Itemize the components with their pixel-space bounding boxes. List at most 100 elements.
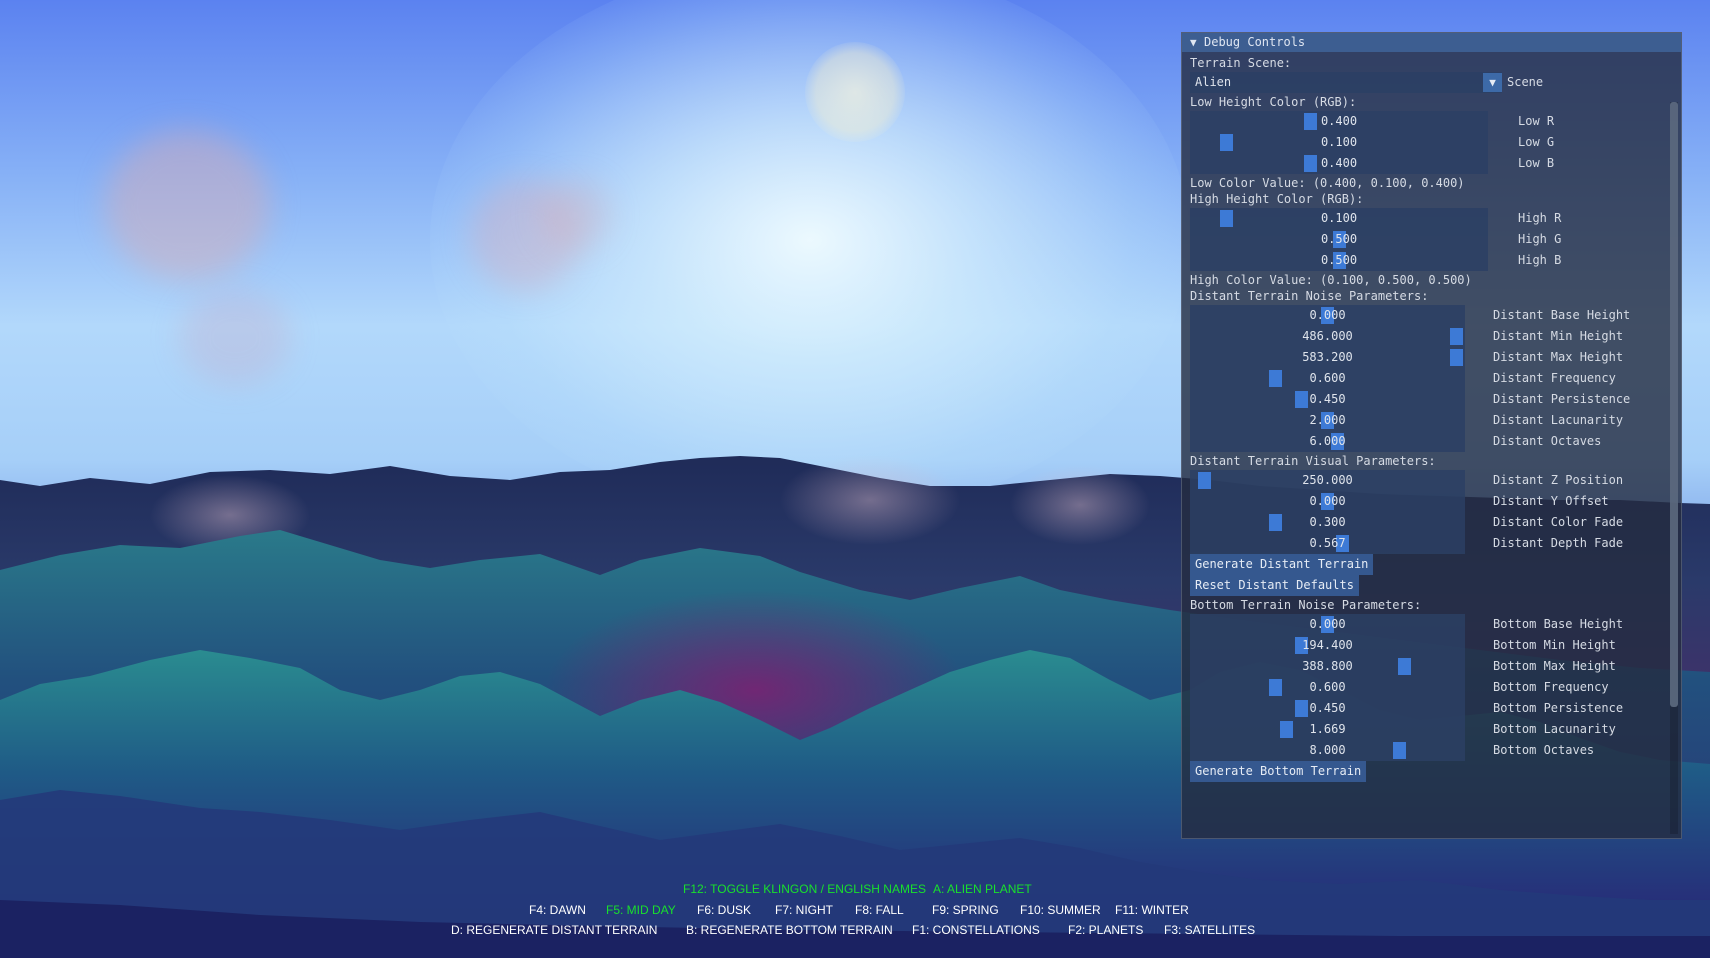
slider-low-r[interactable]: 0.400 <box>1190 111 1488 132</box>
help-line3-item: B: REGENERATE BOTTOM TERRAIN <box>686 923 893 937</box>
slider-low-g[interactable]: 0.100 <box>1190 132 1488 153</box>
slider-value: 0.000 <box>1309 617 1346 631</box>
slider-value: 0.100 <box>1320 211 1358 225</box>
slider-label: Low R <box>1518 114 1555 128</box>
slider-distant-octaves[interactable]: 6.000 <box>1190 431 1465 452</box>
slider-bottom-persistence[interactable]: 0.450 <box>1190 698 1465 719</box>
slider-distant-frequency[interactable]: 0.600 <box>1190 368 1465 389</box>
distant-noise-header: Distant Terrain Noise Parameters: <box>1190 289 1429 303</box>
slider-row: 0.000 Bottom Base Height <box>1190 614 1663 635</box>
slider-label: Bottom Min Height <box>1493 638 1616 652</box>
slider-bottom-lacunarity[interactable]: 1.669 <box>1190 719 1465 740</box>
scene-dropdown[interactable]: Alien ▼ <box>1190 72 1502 93</box>
slider-value: 0.600 <box>1309 680 1346 694</box>
slider-label: Distant Color Fade <box>1493 515 1624 529</box>
slider-label: Distant Z Position <box>1493 473 1624 487</box>
slider-bottom-frequency[interactable]: 0.600 <box>1190 677 1465 698</box>
slider-row: 0.400 Low B <box>1190 153 1688 174</box>
slider-value: 0.100 <box>1320 135 1358 149</box>
slider-value: 0.450 <box>1309 701 1346 715</box>
slider-row: 0.100 High R <box>1190 208 1688 229</box>
slider-value: 2.000 <box>1309 413 1346 427</box>
slider-label: Distant Max Height <box>1493 350 1624 364</box>
generate-bottom-terrain-button-row: Generate Bottom Terrain <box>1190 761 1490 782</box>
collapse-arrow-icon[interactable]: ▼ <box>1190 33 1204 52</box>
slider-value: 0.500 <box>1320 232 1358 246</box>
slider-distant-depth-fade[interactable]: 0.567 <box>1190 533 1465 554</box>
slider-value: 583.200 <box>1302 350 1353 364</box>
help-line3-item: F1: CONSTELLATIONS <box>912 923 1040 937</box>
generate-distant-terrain-button[interactable]: Generate Distant Terrain <box>1190 554 1374 575</box>
slider-distant-y-offset[interactable]: 0.000 <box>1190 491 1465 512</box>
help-line2-item: F7: NIGHT <box>775 903 834 917</box>
slider-value: 8.000 <box>1309 743 1346 757</box>
slider-value: 0.400 <box>1320 156 1358 170</box>
slider-distant-max-height[interactable]: 583.200 <box>1190 347 1465 368</box>
help-line2-item: F5: MID DAY <box>606 903 676 917</box>
slider-value: 0.450 <box>1309 392 1346 406</box>
slider-row: 0.400 Low R <box>1190 111 1688 132</box>
slider-row: 0.600 Bottom Frequency <box>1190 677 1663 698</box>
slider-label: Bottom Octaves <box>1493 743 1595 757</box>
slider-high-g[interactable]: 0.500 <box>1190 229 1488 250</box>
scrollbar-thumb[interactable] <box>1670 102 1678 707</box>
slider-bottom-min-height[interactable]: 194.400 <box>1190 635 1465 656</box>
slider-row: 8.000 Bottom Octaves <box>1190 740 1663 761</box>
slider-bottom-octaves[interactable]: 8.000 <box>1190 740 1465 761</box>
debug-controls-body: Terrain Scene: Alien ▼ Scene Low Height Colo… <box>1182 52 1681 838</box>
scene-dropdown-label: Scene <box>1507 75 1544 89</box>
slider-bottom-base-height[interactable]: 0.000 <box>1190 614 1465 635</box>
slider-label: Bottom Lacunarity <box>1493 722 1616 736</box>
slider-row: 0.600 Distant Frequency <box>1190 368 1663 389</box>
slider-distant-min-height[interactable]: 486.000 <box>1190 326 1465 347</box>
slider-value: 1.669 <box>1309 722 1346 736</box>
slider-distant-z-position[interactable]: 250.000 <box>1190 470 1465 491</box>
slider-value: 0.000 <box>1309 494 1346 508</box>
distant-visual-header: Distant Terrain Visual Parameters: <box>1190 454 1436 468</box>
help-line1-item: F12: TOGGLE KLINGON / ENGLISH NAMES <box>683 882 926 896</box>
slider-row: 0.300 Distant Color Fade <box>1190 512 1663 533</box>
slider-row: 583.200 Distant Max Height <box>1190 347 1663 368</box>
slider-row: 0.100 Low G <box>1190 132 1688 153</box>
slider-label: Low B <box>1518 156 1555 170</box>
slider-high-b[interactable]: 0.500 <box>1190 250 1488 271</box>
slider-label: High B <box>1518 253 1562 267</box>
slider-label: High R <box>1518 211 1562 225</box>
reset-distant-defaults-button[interactable]: Reset Distant Defaults <box>1190 575 1359 596</box>
help-line3-item: F2: PLANETS <box>1068 923 1144 937</box>
slider-row: 250.000 Distant Z Position <box>1190 470 1663 491</box>
slider-label: Distant Y Offset <box>1493 494 1609 508</box>
chevron-down-icon[interactable]: ▼ <box>1483 73 1502 92</box>
bottom-noise-header: Bottom Terrain Noise Parameters: <box>1190 598 1422 612</box>
terrain-scene-label: Terrain Scene: <box>1190 56 1292 70</box>
slider-value: 6.000 <box>1309 434 1346 448</box>
scene-combo-row: Alien ▼ Scene <box>1190 72 1590 93</box>
slider-value: 194.400 <box>1302 638 1353 652</box>
slider-distant-lacunarity[interactable]: 2.000 <box>1190 410 1465 431</box>
slider-row: 388.800 Bottom Max Height <box>1190 656 1663 677</box>
reset-distant-defaults-button-row: Reset Distant Defaults <box>1190 575 1490 596</box>
slider-low-b[interactable]: 0.400 <box>1190 153 1488 174</box>
help-line2-item: F4: DAWN <box>529 903 586 917</box>
slider-distant-color-fade[interactable]: 0.300 <box>1190 512 1465 533</box>
slider-value: 388.800 <box>1302 659 1353 673</box>
slider-value: 486.000 <box>1302 329 1353 343</box>
debug-controls-window: ▼ Debug Controls Terrain Scene: Alien ▼ Scen… <box>1181 32 1682 839</box>
generate-bottom-terrain-button[interactable]: Generate Bottom Terrain <box>1190 761 1367 782</box>
slider-label: Low G <box>1518 135 1555 149</box>
slider-value: 0.500 <box>1320 253 1358 267</box>
slider-label: High G <box>1518 232 1562 246</box>
slider-label: Distant Base Height <box>1493 308 1631 322</box>
slider-bottom-max-height[interactable]: 388.800 <box>1190 656 1465 677</box>
slider-high-r[interactable]: 0.100 <box>1190 208 1488 229</box>
slider-distant-base-height[interactable]: 0.000 <box>1190 305 1465 326</box>
slider-label: Distant Depth Fade <box>1493 536 1624 550</box>
debug-controls-title-bar[interactable]: ▼ Debug Controls <box>1182 33 1681 52</box>
help-line2-item: F10: SUMMER <box>1020 903 1101 917</box>
slider-label: Bottom Frequency <box>1493 680 1609 694</box>
slider-row: 1.669 Bottom Lacunarity <box>1190 719 1663 740</box>
slider-row: 194.400 Bottom Min Height <box>1190 635 1663 656</box>
help-line3-item: F3: SATELLITES <box>1164 923 1256 937</box>
scene-dropdown-value: Alien <box>1195 75 1232 89</box>
slider-distant-persistence[interactable]: 0.450 <box>1190 389 1465 410</box>
